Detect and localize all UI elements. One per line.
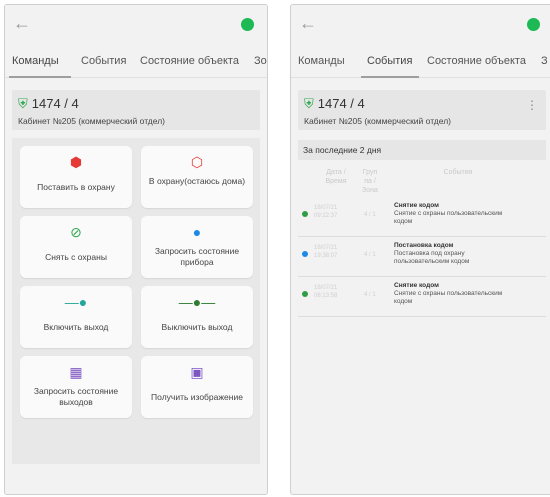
object-id: 1474 / 4 xyxy=(317,96,365,111)
disarm-button[interactable]: ⊘ Снять с охраны xyxy=(20,216,132,278)
header-group-zone: Груп па / Зона xyxy=(362,169,378,194)
event-zone: 4 / 1 xyxy=(364,212,376,218)
arm-stay-button[interactable]: ⬡ В охрану(остаюсь дома) xyxy=(141,146,253,208)
arm-label: Поставить в охрану xyxy=(37,182,115,192)
event-date: 18/07/21 19:38:07 xyxy=(314,245,338,259)
arm-button[interactable]: ⬢ Поставить в охрану xyxy=(20,146,132,208)
event-row[interactable]: 18/07/21 09:22:37 4 / 1 Снятие кодом Сня… xyxy=(298,198,546,237)
event-row[interactable]: 18/07/21 08:13:58 4 / 1 Снятие кодом Сня… xyxy=(298,278,546,317)
info-blue-icon: ● xyxy=(192,224,202,240)
connection-status-dot xyxy=(241,18,254,31)
output-on-icon: ―● xyxy=(64,294,88,310)
commands-screen: ← Команды События Состояние объекта Зо ⛨… xyxy=(4,4,268,495)
disarm-label: Снять с охраны xyxy=(45,252,107,262)
tab-zones[interactable]: Зо xyxy=(254,55,267,67)
event-row[interactable]: 18/07/21 19:38:07 4 / 1 Постановка кодом… xyxy=(298,238,546,277)
request-device-state-label: Запросить состояние прибора xyxy=(154,246,240,267)
request-outputs-state-button[interactable]: ▦ Запросить состояние выходов xyxy=(20,356,132,418)
commands-grid: ⬢ Поставить в охрану ⬡ В охрану(остаюсь … xyxy=(12,138,260,464)
events-table: Дата / Время Груп па / Зона События 18/0… xyxy=(298,160,546,494)
active-tab-indicator xyxy=(361,76,419,78)
event-date: 18/07/21 08:13:58 xyxy=(314,285,338,299)
event-title: Снятие кодом xyxy=(394,202,439,209)
event-description: Снятие с охраны пользовательским кодом xyxy=(394,210,503,225)
top-bar: ← xyxy=(5,5,267,45)
more-vert-icon[interactable]: ⋮ xyxy=(526,98,538,112)
tab-zones[interactable]: З xyxy=(541,55,548,67)
shield-filled-red-icon: ⬢ xyxy=(69,154,83,170)
event-zone: 4 / 1 xyxy=(364,252,376,258)
event-status-dot xyxy=(302,211,308,217)
shield-outline-red-icon: ⬡ xyxy=(190,154,204,170)
output-on-button[interactable]: ―● Включить выход xyxy=(20,286,132,348)
list-icon: ▦ xyxy=(69,364,83,380)
back-arrow-icon[interactable]: ← xyxy=(299,13,317,33)
request-outputs-state-label: Запросить состояние выходов xyxy=(33,386,119,407)
shield-icon: ⛨ xyxy=(304,96,314,111)
top-bar: ← xyxy=(291,5,550,45)
tab-object-state[interactable]: Состояние объекта xyxy=(140,55,239,67)
output-off-icon: ―●― xyxy=(178,294,216,310)
events-screen: ← Команды События Состояние объекта З ⛨ 1… xyxy=(290,4,550,495)
request-device-state-button[interactable]: ● Запросить состояние прибора xyxy=(141,216,253,278)
arm-stay-label: В охрану(остаюсь дома) xyxy=(148,176,246,186)
event-status-dot xyxy=(302,251,308,257)
shield-off-green-icon: ⊘ xyxy=(70,224,82,240)
get-image-label: Получить изображение xyxy=(151,392,243,402)
object-name: Кабинет №205 (коммерческий отдел) xyxy=(304,116,452,126)
object-header: ⛨ 1474 / 4 Кабинет №205 (коммерческий отд… xyxy=(298,90,546,130)
header-date: Дата / Время xyxy=(325,169,347,185)
object-header: ⛨ 1474 / 4 Кабинет №205 (коммерческий отд… xyxy=(12,90,260,130)
event-description: Снятие с охраны пользовательским кодом xyxy=(394,290,503,305)
output-off-label: Выключить выход xyxy=(161,322,233,332)
event-zone: 4 / 1 xyxy=(364,292,376,298)
active-tab-indicator xyxy=(9,76,71,78)
event-description: Постановка под охрану пользовательским к… xyxy=(394,250,470,265)
object-id: 1474 / 4 xyxy=(31,96,79,111)
tab-bar: Команды События Состояние объекта Зо xyxy=(5,45,267,78)
event-title: Снятие кодом xyxy=(394,282,439,289)
tab-commands[interactable]: Команды xyxy=(298,55,345,67)
get-image-button[interactable]: ▣ Получить изображение xyxy=(141,356,253,418)
period-filter[interactable]: За последние 2 дня xyxy=(298,140,546,160)
tab-events[interactable]: События xyxy=(367,55,412,67)
event-title: Постановка кодом xyxy=(394,242,454,249)
tab-commands[interactable]: Команды xyxy=(12,55,59,67)
output-on-label: Включить выход xyxy=(43,322,109,332)
object-name: Кабинет №205 (коммерческий отдел) xyxy=(18,116,166,126)
period-label: За последние 2 дня xyxy=(303,145,382,155)
event-date: 18/07/21 09:22:37 xyxy=(314,205,338,219)
output-off-button[interactable]: ―●― Выключить выход xyxy=(141,286,253,348)
header-event: События xyxy=(443,169,473,176)
tab-events[interactable]: События xyxy=(81,55,126,67)
back-arrow-icon[interactable]: ← xyxy=(13,13,31,33)
shield-icon: ⛨ xyxy=(18,96,28,111)
event-status-dot xyxy=(302,291,308,297)
tab-object-state[interactable]: Состояние объекта xyxy=(427,55,526,67)
tab-bar: Команды События Состояние объекта З xyxy=(291,45,550,78)
connection-status-dot xyxy=(527,18,540,31)
camera-icon: ▣ xyxy=(190,364,204,380)
